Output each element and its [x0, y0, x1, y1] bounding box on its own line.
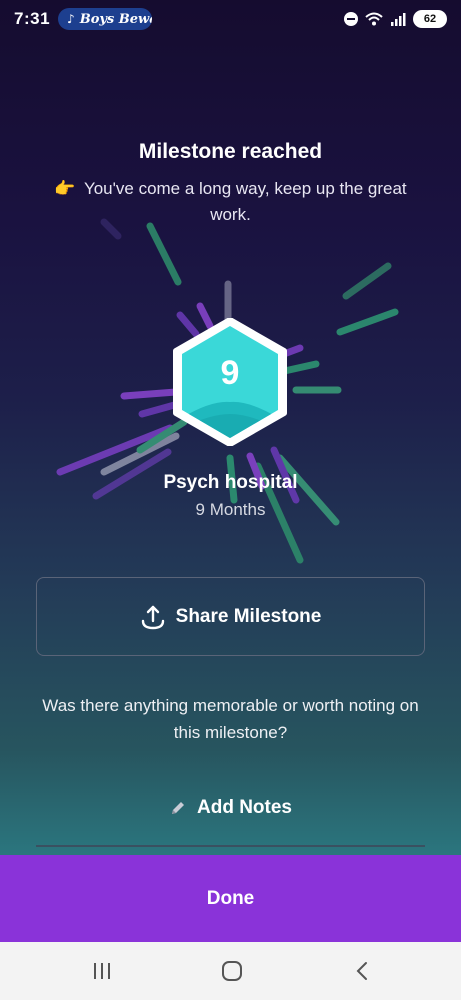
- media-chip[interactable]: ♪ Boys Bewa: [58, 8, 153, 30]
- back-button[interactable]: [342, 956, 382, 986]
- media-title: Boys Bewa: [79, 11, 153, 27]
- status-bar: 7:31 ♪ Boys Bewa 62: [0, 0, 461, 38]
- home-button[interactable]: [212, 956, 252, 986]
- signal-icon: [391, 13, 406, 26]
- dnd-icon: [344, 12, 358, 26]
- battery-level: 62: [423, 13, 437, 25]
- pointing-hand-icon: 👉: [54, 179, 76, 198]
- home-icon: [222, 961, 242, 981]
- status-icons: 62: [344, 10, 447, 28]
- battery-icon: 62: [413, 10, 447, 28]
- share-icon: [141, 605, 164, 629]
- notes-prompt: Was there anything memorable or worth no…: [42, 696, 419, 742]
- pencil-icon: [172, 802, 184, 814]
- share-milestone-label: Share Milestone: [175, 605, 322, 627]
- add-notes-label: Add Notes: [197, 797, 292, 818]
- milestone-heading: Milestone reached: [138, 140, 323, 163]
- system-nav-bar: [0, 942, 461, 1000]
- share-milestone-button[interactable]: Share Milestone: [36, 577, 425, 656]
- back-icon: [356, 962, 367, 980]
- recents-button[interactable]: [82, 956, 122, 986]
- music-note-icon: ♪: [67, 12, 75, 26]
- status-time: 7:31: [14, 9, 51, 28]
- done-button[interactable]: Done: [0, 855, 461, 942]
- milestone-name: Psych hospital: [163, 472, 298, 493]
- notes-divider: [36, 845, 425, 847]
- badge-number: 9: [220, 354, 240, 392]
- wifi-icon: [365, 12, 383, 26]
- milestone-screen: 7:31 ♪ Boys Bewa 62 Milestone reached 👉 …: [0, 0, 461, 1000]
- add-notes-button[interactable]: Add Notes: [130, 790, 331, 826]
- recents-icon: [94, 963, 110, 979]
- milestone-duration: 9 Months: [195, 500, 266, 519]
